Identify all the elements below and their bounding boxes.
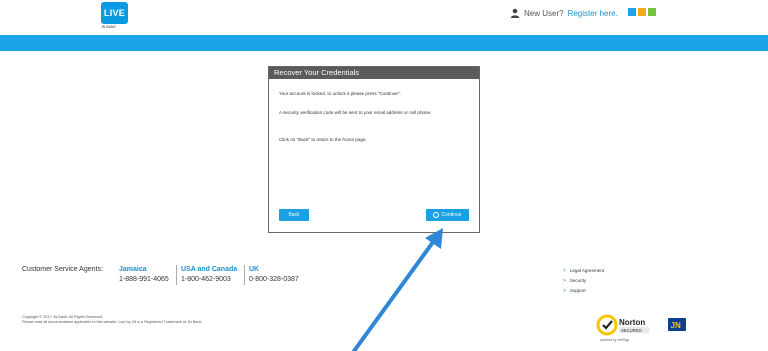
region-phone[interactable]: 1-800-462-9003 [181,275,237,285]
legal-agreement-link[interactable]: > Legal Agreement [563,266,604,276]
support-link[interactable]: > Support [563,286,604,296]
security-link[interactable]: > Security [563,276,604,286]
jn-logo-text: JN [671,321,681,330]
norton-secured-icon[interactable]: Norton SECURED powered by VeriSign [596,313,652,343]
chevron-right-icon: > [563,278,566,284]
norton-powered: powered by VeriSign [600,338,629,342]
region-usa-canada: USA and Canada 1-800-462-9003 [181,265,237,285]
region-name: USA and Canada [181,266,238,273]
divider [244,265,245,285]
copyright-block: Copyright © 2017 JN Bank. All Rights Res… [22,315,202,325]
norton-name: Norton [619,318,645,327]
region-jamaica: Jamaica 1-888-991-4065 [119,265,169,285]
chevron-right-icon: > [563,268,566,274]
region-uk: UK 0-800-328-0387 [249,265,299,285]
norton-secured: SECURED [621,328,641,333]
link-label: Security [569,278,587,283]
chevron-right-icon: > [563,288,566,294]
customer-service-label: Customer Service Agents: [22,266,103,273]
divider [176,265,177,285]
link-label: Legal Agreement [569,268,604,273]
region-phone[interactable]: 1-888-991-4065 [119,275,169,285]
region-name: Jamaica [119,266,147,273]
annotation-arrow [352,228,443,351]
region-name: UK [249,266,260,273]
region-phone[interactable]: 0-800-328-0387 [249,275,299,285]
link-label: Support [569,288,586,293]
trademark-text: Please read all documentation applicable… [22,320,203,324]
footer-links: > Legal Agreement > Security > Support [563,266,604,296]
jn-logo: JN [668,318,686,331]
